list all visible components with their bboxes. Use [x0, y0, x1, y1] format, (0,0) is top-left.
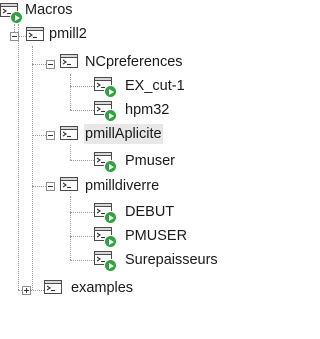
tree-line — [32, 64, 46, 65]
tree-item-pmilldiverre[interactable]: pmilldiverre — [84, 176, 160, 196]
tree-line — [70, 212, 94, 213]
macro-file-icon[interactable] — [94, 226, 117, 248]
macro-file-icon[interactable] — [94, 76, 117, 98]
run-badge-icon — [104, 211, 117, 224]
macro-file-icon[interactable] — [94, 151, 117, 173]
tree-item-ex-cut-1[interactable]: EX_cut-1 — [124, 76, 186, 96]
tree-item-hpm32[interactable]: hpm32 — [124, 100, 170, 120]
macro-folder-icon[interactable] — [0, 2, 23, 24]
tree-item-pmuser[interactable]: Pmuser — [124, 151, 176, 171]
tree-line — [70, 236, 94, 237]
run-badge-icon — [104, 160, 117, 173]
tree-line — [70, 196, 71, 260]
collapse-toggle-icon[interactable] — [46, 131, 55, 140]
tree-item-pmuser-upper[interactable]: PMUSER — [124, 226, 188, 246]
tree-item-macros[interactable]: Macros — [24, 0, 74, 20]
tree-line — [70, 74, 71, 110]
run-badge-icon — [104, 235, 117, 248]
run-badge-icon — [104, 109, 117, 122]
run-badge-icon — [104, 259, 117, 272]
expand-toggle-icon[interactable] — [22, 286, 31, 295]
macro-folder-icon[interactable] — [60, 53, 80, 71]
macro-file-icon[interactable] — [94, 100, 117, 122]
tree-item-surepaisseurs[interactable]: Surepaisseurs — [124, 250, 219, 270]
tree-item-ncpreferences[interactable]: NCpreferences — [84, 52, 184, 72]
tree-line — [70, 160, 94, 161]
tree-line — [70, 86, 94, 87]
tree-line — [70, 110, 94, 111]
macro-folder-icon[interactable] — [44, 279, 64, 297]
tree-item-pmillaplicite[interactable]: pmillAplicite — [84, 124, 163, 144]
tree-item-pmill2[interactable]: pmill2 — [48, 24, 88, 44]
run-badge-icon — [104, 85, 117, 98]
tree-line — [18, 24, 19, 290]
macro-tree: Macros pmill2 NCpreferences EX_cut-1 hpm… — [0, 0, 249, 339]
macro-folder-icon[interactable] — [60, 176, 80, 194]
run-badge-icon — [10, 11, 23, 24]
collapse-toggle-icon[interactable] — [46, 60, 55, 69]
tree-line — [32, 46, 33, 290]
tree-line — [32, 135, 46, 136]
macro-file-icon[interactable] — [94, 250, 117, 272]
collapse-toggle-icon[interactable] — [10, 32, 19, 41]
tree-line — [32, 186, 46, 187]
tree-line — [70, 260, 94, 261]
tree-line — [70, 145, 71, 160]
tree-item-debut[interactable]: DEBUT — [124, 202, 175, 222]
collapse-toggle-icon[interactable] — [46, 182, 55, 191]
macro-file-icon[interactable] — [94, 202, 117, 224]
macro-folder-icon[interactable] — [60, 125, 80, 143]
tree-item-examples[interactable]: examples — [70, 278, 134, 298]
macro-folder-icon[interactable] — [26, 26, 46, 44]
